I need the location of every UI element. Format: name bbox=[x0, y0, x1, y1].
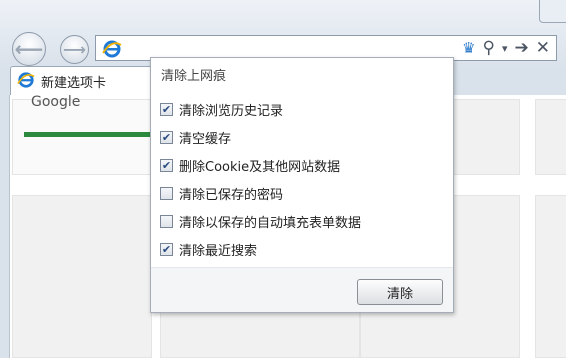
tab-label: 新建选项卡 bbox=[41, 76, 107, 91]
dropdown-icon[interactable]: ▾ bbox=[502, 42, 508, 55]
dialog-title: 清除上网痕 bbox=[161, 69, 227, 84]
site-tile-bar bbox=[24, 132, 152, 137]
site-tile[interactable] bbox=[12, 195, 152, 358]
option-clear-passwords[interactable]: 清除已保存的密码 bbox=[160, 184, 283, 203]
checkbox[interactable]: ✔ bbox=[160, 243, 173, 256]
site-tile[interactable] bbox=[535, 195, 566, 358]
site-tile[interactable] bbox=[535, 99, 566, 175]
site-tile-title: Google bbox=[31, 94, 81, 110]
go-arrow-icon[interactable]: ➔ bbox=[515, 38, 529, 58]
option-clear-form-data[interactable]: 清除以保存的自动填充表单数据 bbox=[160, 212, 361, 231]
close-icon[interactable]: ✕ bbox=[536, 38, 550, 58]
ie-logo-icon bbox=[17, 71, 35, 93]
checkbox[interactable]: ✔ bbox=[160, 131, 173, 144]
checkbox[interactable]: ✔ bbox=[160, 103, 173, 116]
clear-traces-dialog: 清除上网痕 ✔ 清除浏览历史记录 ✔ 清空缓存 ✔ 删除Cookie及其他网站数… bbox=[150, 57, 454, 313]
checkbox[interactable]: ✔ bbox=[160, 159, 173, 172]
checkbox[interactable] bbox=[160, 215, 173, 228]
option-delete-cookies[interactable]: ✔ 删除Cookie及其他网站数据 bbox=[160, 156, 340, 175]
back-arrow-icon: ⟵ bbox=[14, 37, 44, 61]
back-button[interactable]: ⟵ bbox=[12, 32, 46, 66]
clear-button[interactable]: 清除 bbox=[357, 279, 443, 305]
browser-window: ⟵ ⟶ ♛ ⚲ ▾ ➔ ✕ 新建选项卡 Google 清除上网痕 ✔ 清除浏览历… bbox=[0, 0, 566, 358]
search-icon[interactable]: ⚲ bbox=[483, 38, 495, 58]
checkbox[interactable] bbox=[160, 187, 173, 200]
site-tile[interactable]: Google bbox=[12, 94, 158, 175]
broom-icon[interactable]: ♛ bbox=[462, 39, 475, 57]
option-clear-cache[interactable]: ✔ 清空缓存 bbox=[160, 128, 231, 147]
option-clear-history[interactable]: ✔ 清除浏览历史记录 bbox=[160, 100, 283, 119]
window-corner bbox=[539, 0, 566, 23]
option-clear-searches[interactable]: ✔ 清除最近搜索 bbox=[160, 240, 257, 259]
forward-arrow-icon: ⟶ bbox=[63, 40, 86, 59]
tab-new[interactable]: 新建选项卡 bbox=[10, 66, 160, 96]
forward-button[interactable]: ⟶ bbox=[60, 35, 89, 64]
ie-logo-icon bbox=[102, 39, 122, 63]
